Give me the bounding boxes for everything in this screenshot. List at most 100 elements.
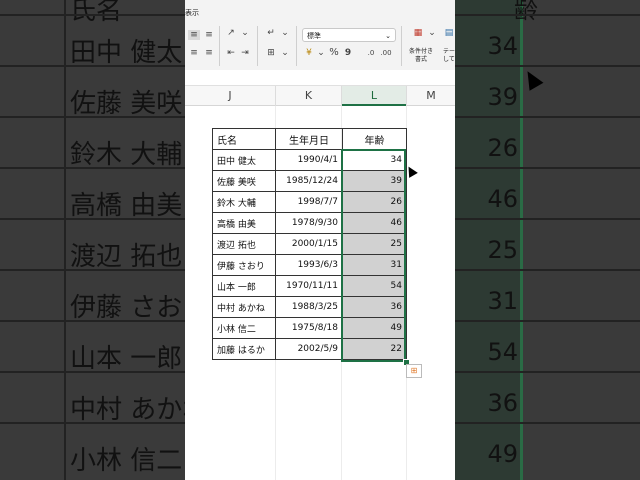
ribbon-separator	[296, 26, 297, 66]
table-row: 加藤 はるか 2002/5/9 22	[212, 338, 407, 360]
cell-age[interactable]: 39	[342, 170, 407, 192]
column-header-k[interactable]: K	[276, 86, 341, 106]
bg-name-cell: 田中 健太	[70, 38, 183, 68]
table-row: 小林 信二 1975/8/18 49	[212, 317, 407, 339]
column-header-j[interactable]: J	[185, 86, 275, 106]
table-row: 渡辺 拓也 2000/1/15 25	[212, 233, 407, 255]
cell-birthdate[interactable]: 1978/9/30	[275, 212, 343, 234]
bg-selection-edge	[520, 0, 523, 480]
data-table: 氏名 生年月日 年齢 田中 健太 1990/4/1 34 佐藤 美咲 1985/12/2…	[212, 128, 407, 360]
cell-age[interactable]: 54	[342, 275, 407, 297]
cell-birthdate[interactable]: 1988/3/25	[275, 296, 343, 318]
align-right-icon[interactable]: ≡	[203, 48, 215, 58]
header-birthdate[interactable]: 生年月日	[275, 128, 343, 150]
bg-name-cell: 渡辺 拓也	[70, 242, 183, 272]
dropdown-chevron-icon[interactable]: ⌄	[315, 48, 327, 58]
number-format-select[interactable]: 標準 ⌄	[302, 28, 396, 42]
cell-birthdate[interactable]: 1985/12/24	[275, 170, 343, 192]
comma-style-button[interactable]: 9	[342, 48, 354, 58]
cell-age[interactable]: 22	[342, 338, 407, 360]
table-row: 佐藤 美咲 1985/12/24 39	[212, 170, 407, 192]
cell-name[interactable]: 高橋 由美	[212, 212, 276, 234]
chevron-down-icon: ⌄	[385, 32, 391, 40]
bg-age-cell: 36	[487, 389, 518, 417]
dropdown-chevron-icon[interactable]: ⌄	[279, 48, 291, 58]
bg-age-cell: 34	[487, 32, 518, 60]
increase-decimal-icon[interactable]: .0	[365, 48, 377, 58]
merge-cells-icon[interactable]: ⊞	[265, 48, 277, 58]
currency-icon[interactable]: ¥	[303, 48, 315, 58]
header-age[interactable]: 年齢	[342, 128, 407, 150]
cell-age[interactable]: 25	[342, 233, 407, 255]
indent-decrease-icon[interactable]: ⇤	[225, 48, 237, 58]
table-row: 伊藤 さおり 1993/6/3 31	[212, 254, 407, 276]
bg-name-cell: 山本 一郎	[70, 344, 183, 374]
table-row: 鈴木 大輔 1998/7/7 26	[212, 191, 407, 213]
cell-age[interactable]: 46	[342, 212, 407, 234]
cell-name[interactable]: 山本 一郎	[212, 275, 276, 297]
bg-grid-line	[64, 0, 66, 480]
spreadsheet-view: 表示 ≡ ≡ ≡ ≡ ↗ ⌄ ⇤ ⇥ ↵ ⌄ ⊞ ⌄ 標準 ⌄ ¥ ⌄ % 9 …	[185, 0, 455, 480]
ribbon-separator	[219, 26, 220, 66]
decrease-decimal-icon[interactable]: .00	[380, 48, 392, 58]
number-format-value: 標準	[307, 32, 321, 40]
table-row: 田中 健太 1990/4/1 34	[212, 149, 407, 171]
cell-birthdate[interactable]: 1990/4/1	[275, 149, 343, 171]
cell-birthdate[interactable]: 1998/7/7	[275, 191, 343, 213]
dropdown-chevron-icon[interactable]: ⌄	[279, 28, 291, 38]
bg-name-cell: 小林 信二	[70, 446, 183, 476]
bg-header-age: 齢	[514, 0, 538, 24]
cell-name[interactable]: 中村 あかね	[212, 296, 276, 318]
cell-birthdate[interactable]: 1993/6/3	[275, 254, 343, 276]
align-top-icon[interactable]: ≡	[188, 48, 200, 58]
cell-birthdate[interactable]: 1970/11/11	[275, 275, 343, 297]
cell-name[interactable]: 田中 健太	[212, 149, 276, 171]
cell-age[interactable]: 34	[342, 149, 407, 171]
cell-name[interactable]: 渡辺 拓也	[212, 233, 276, 255]
tab-display[interactable]: 表示	[185, 8, 199, 18]
bg-age-cell: 54	[487, 338, 518, 366]
align-center-icon[interactable]: ≡	[203, 30, 215, 40]
ribbon-separator	[257, 26, 258, 66]
bg-name-cell: 高橋 由美	[70, 191, 183, 221]
cell-birthdate[interactable]: 2002/5/9	[275, 338, 343, 360]
cell-birthdate[interactable]: 2000/1/15	[275, 233, 343, 255]
table-header-row: 氏名 生年月日 年齢	[212, 128, 407, 150]
dropdown-chevron-icon[interactable]: ⌄	[426, 28, 438, 38]
ribbon-toolbar: 表示 ≡ ≡ ≡ ≡ ↗ ⌄ ⇤ ⇥ ↵ ⌄ ⊞ ⌄ 標準 ⌄ ¥ ⌄ % 9 …	[185, 0, 455, 71]
table-row: 高橋 由美 1978/9/30 46	[212, 212, 407, 234]
indent-increase-icon[interactable]: ⇥	[239, 48, 251, 58]
bg-age-cell: 31	[487, 287, 518, 315]
ribbon-separator	[401, 26, 402, 66]
column-header-l[interactable]: L	[342, 86, 406, 106]
cell-name[interactable]: 佐藤 美咲	[212, 170, 276, 192]
cell-age[interactable]: 31	[342, 254, 407, 276]
bg-age-cell: 39	[487, 83, 518, 111]
cell-name[interactable]: 加藤 はるか	[212, 338, 276, 360]
cell-birthdate[interactable]: 1975/8/18	[275, 317, 343, 339]
bg-age-cell: 46	[487, 185, 518, 213]
cell-name[interactable]: 伊藤 さおり	[212, 254, 276, 276]
wrap-text-icon[interactable]: ↵	[265, 28, 277, 38]
cell-age[interactable]: 36	[342, 296, 407, 318]
dropdown-chevron-icon[interactable]: ⌄	[239, 28, 251, 38]
cond-format-label-2: 書式	[415, 56, 428, 63]
percent-style-button[interactable]: %	[328, 48, 340, 58]
cell-name[interactable]: 小林 信二	[212, 317, 276, 339]
bg-name-cell: 鈴木 大輔	[70, 140, 183, 170]
format-as-table-icon[interactable]: ▤	[443, 28, 455, 38]
align-left-icon[interactable]: ≡	[188, 30, 200, 40]
cell-age[interactable]: 26	[342, 191, 407, 213]
quick-analysis-icon[interactable]: ⊞	[406, 364, 422, 378]
conditional-format-icon[interactable]: ▦	[412, 28, 424, 38]
formula-bar-area	[185, 70, 455, 86]
cell-name[interactable]: 鈴木 大輔	[212, 191, 276, 213]
bg-age-cell: 25	[487, 236, 518, 264]
bg-age-cell: 26	[487, 134, 518, 162]
orientation-icon[interactable]: ↗	[225, 28, 237, 38]
table-row: 中村 あかね 1988/3/25 36	[212, 296, 407, 318]
table-label-2: して	[443, 56, 455, 63]
header-name[interactable]: 氏名	[212, 128, 276, 150]
column-header-m[interactable]: M	[407, 86, 455, 106]
cell-age[interactable]: 49	[342, 317, 407, 339]
